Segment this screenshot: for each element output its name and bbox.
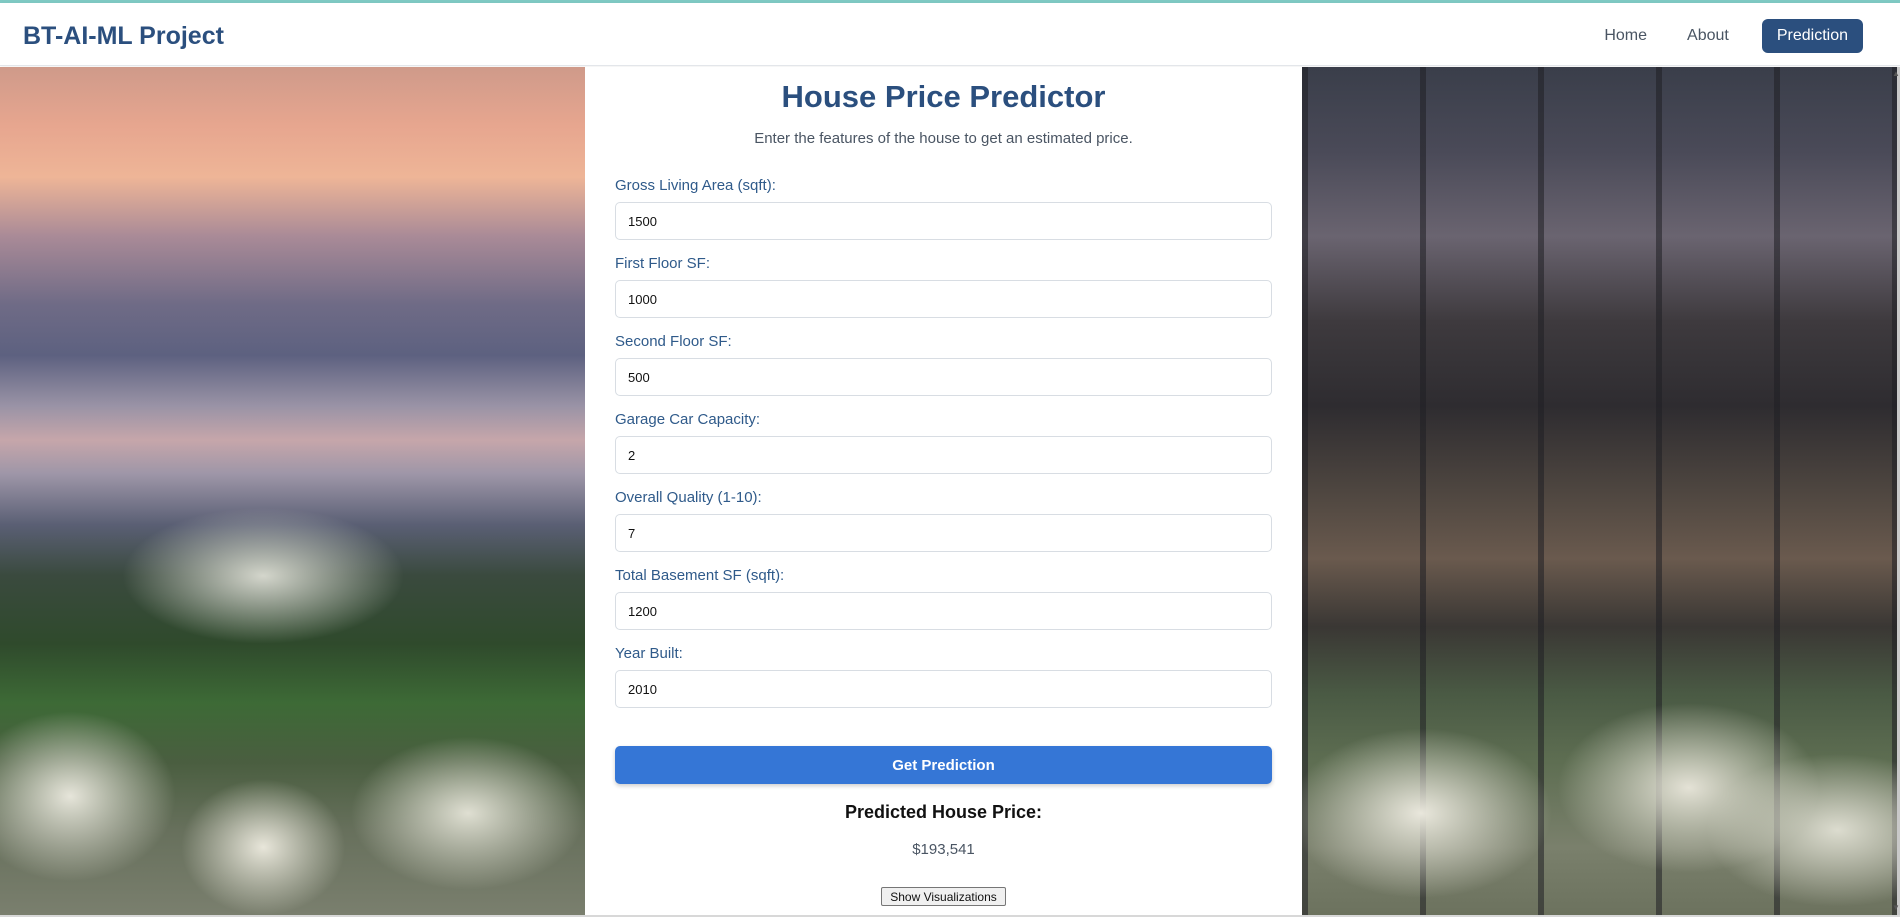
brand-logo-text[interactable]: BT-AI-ML Project xyxy=(23,22,224,51)
overall-quality-input[interactable] xyxy=(615,514,1272,552)
field-label: Overall Quality (1-10): xyxy=(615,489,762,506)
nav-link-prediction[interactable]: Prediction xyxy=(1761,19,1863,53)
field-label: Garage Car Capacity: xyxy=(615,411,761,428)
lake-sunset-background-image xyxy=(0,67,585,915)
year-built-input[interactable] xyxy=(615,670,1272,708)
field-second-floor-sf: Second Floor SF: xyxy=(615,333,1272,396)
total-basement-sf-input[interactable] xyxy=(615,592,1272,630)
page-title: House Price Predictor xyxy=(781,79,1106,114)
hero-section: House Price Predictor Enter the features… xyxy=(0,67,1897,915)
scroll-down-arrow-icon[interactable]: ▼ xyxy=(1892,903,1900,912)
show-visualizations-button[interactable]: Show Visualizations xyxy=(881,887,1006,906)
field-label: Year Built: xyxy=(615,645,683,662)
first-floor-sf-input[interactable] xyxy=(615,280,1272,318)
field-garage-car-capacity: Garage Car Capacity: xyxy=(615,411,1272,474)
field-label: Gross Living Area (sqft): xyxy=(615,177,776,194)
field-label: Total Basement SF (sqft): xyxy=(615,567,785,584)
field-gross-living-area: Gross Living Area (sqft): xyxy=(615,177,1272,240)
gross-living-area-input[interactable] xyxy=(615,202,1272,240)
second-floor-sf-input[interactable] xyxy=(615,358,1272,396)
get-prediction-button[interactable]: Get Prediction xyxy=(615,746,1272,784)
field-total-basement-sf: Total Basement SF (sqft): xyxy=(615,567,1272,630)
field-label: Second Floor SF: xyxy=(615,333,732,350)
prediction-form-card: House Price Predictor Enter the features… xyxy=(585,67,1302,915)
nav-link-home[interactable]: Home xyxy=(1589,20,1662,52)
field-year-built: Year Built: xyxy=(615,645,1272,708)
predicted-price-value: $193,541 xyxy=(912,841,975,858)
page-subtitle: Enter the features of the house to get a… xyxy=(754,130,1133,147)
field-label: First Floor SF: xyxy=(615,255,711,272)
scroll-up-arrow-icon[interactable]: ▲ xyxy=(1892,69,1900,78)
field-overall-quality: Overall Quality (1-10): xyxy=(615,489,1272,552)
predicted-price-label: Predicted House Price: xyxy=(844,802,1043,822)
garage-car-capacity-input[interactable] xyxy=(615,436,1272,474)
nav-links: Home About Prediction xyxy=(1579,19,1863,53)
glass-house-background-image xyxy=(1302,67,1897,915)
navbar: BT-AI-ML Project Home About Prediction xyxy=(0,3,1900,66)
nav-link-about[interactable]: About xyxy=(1672,20,1744,52)
field-first-floor-sf: First Floor SF: xyxy=(615,255,1272,318)
